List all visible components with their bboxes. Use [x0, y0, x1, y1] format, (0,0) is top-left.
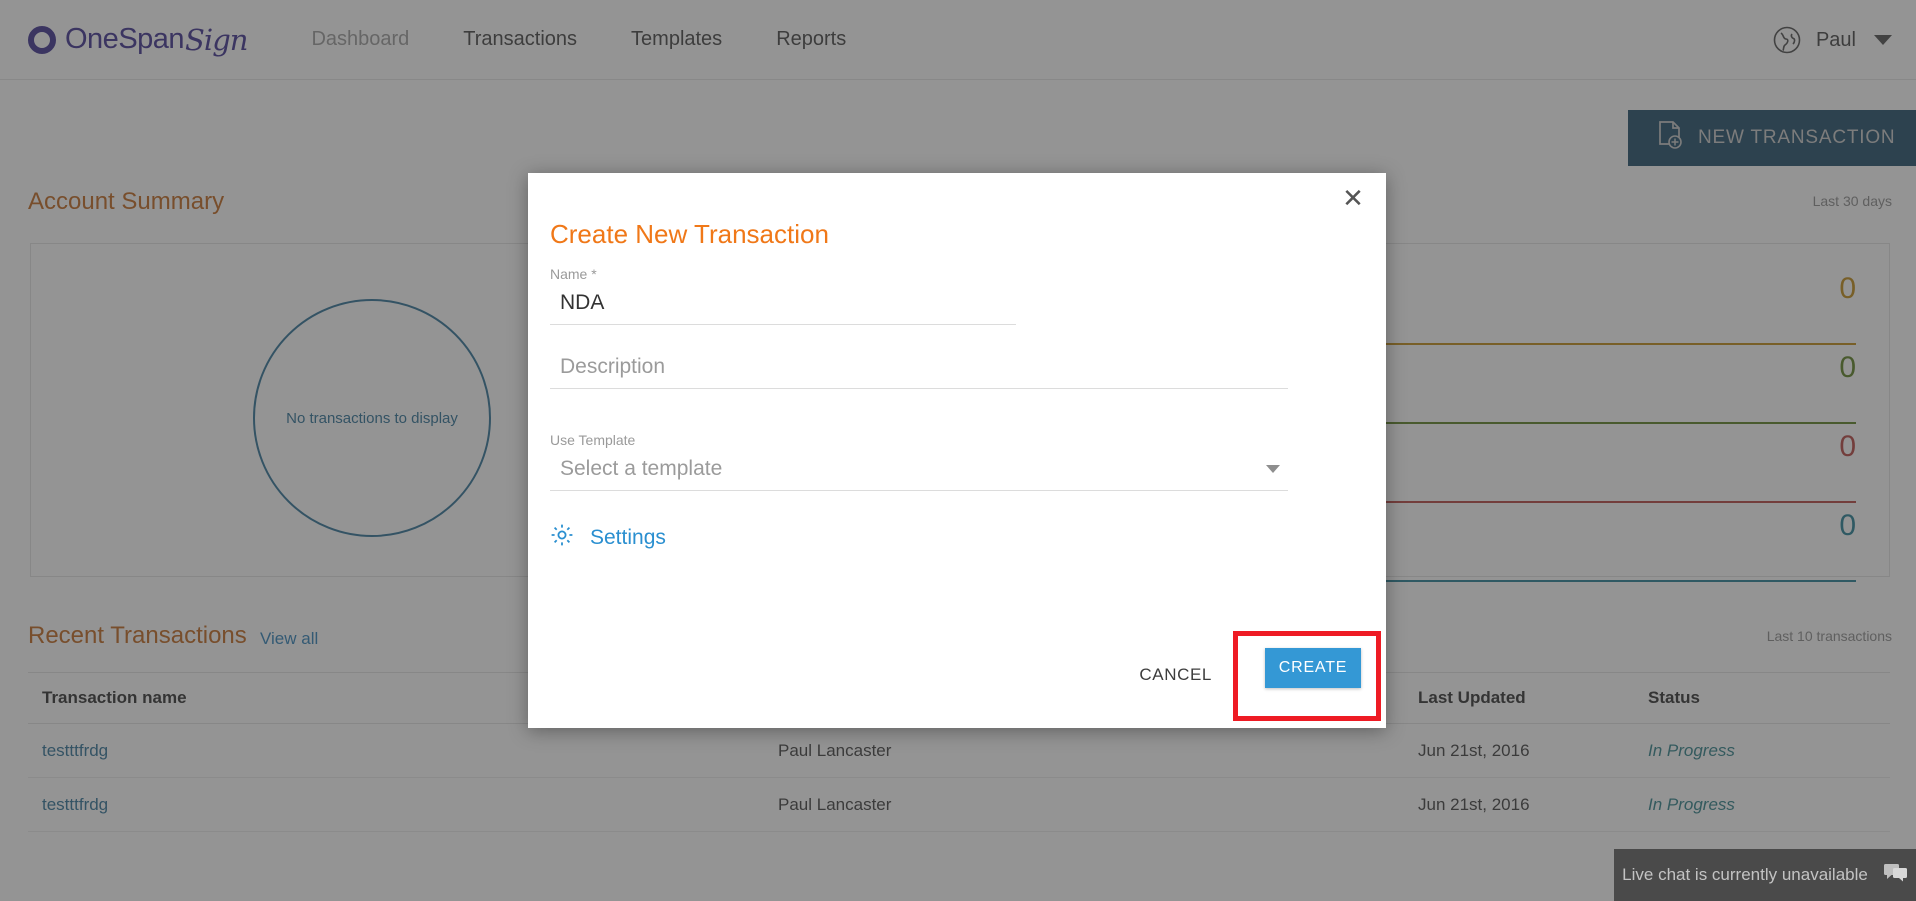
name-input[interactable] [550, 291, 1016, 325]
settings-label: Settings [590, 526, 666, 549]
description-input[interactable] [550, 355, 1288, 389]
create-button[interactable]: CREATE [1265, 648, 1361, 688]
name-field-group: Name * [550, 266, 1016, 325]
gear-icon [550, 523, 574, 553]
use-template-field-group: Use Template [550, 432, 1288, 491]
description-field-group [550, 355, 1288, 389]
template-select[interactable] [550, 457, 1288, 491]
settings-toggle[interactable]: Settings [550, 523, 666, 553]
live-chat-label: Live chat is currently unavailable [1622, 865, 1868, 884]
dialog-title: Create New Transaction [550, 219, 829, 249]
chevron-down-icon[interactable] [1266, 465, 1280, 473]
template-select-input[interactable] [550, 457, 1288, 491]
close-icon[interactable]: ✕ [1338, 183, 1368, 213]
dialog-footer: CANCEL CREATE [528, 631, 1386, 728]
use-template-label: Use Template [550, 432, 636, 448]
cancel-button[interactable]: CANCEL [1133, 655, 1218, 695]
create-transaction-dialog: ✕ Create New Transaction Name * Use Temp… [528, 173, 1386, 728]
app-root: OneSpan Sign Dashboard Transactions Temp… [0, 0, 1916, 901]
chat-bubbles-icon [1883, 863, 1908, 888]
live-chat-widget[interactable]: Live chat is currently unavailable [1614, 849, 1916, 901]
name-label: Name * [550, 266, 597, 282]
